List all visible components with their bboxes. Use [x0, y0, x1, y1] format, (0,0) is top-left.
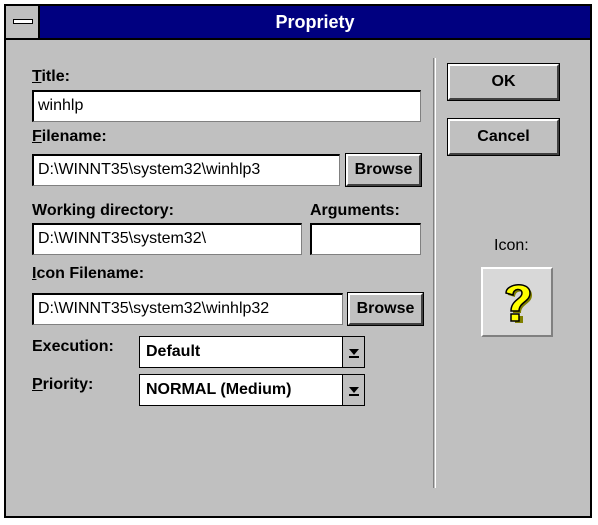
- dropdown-arrow-icon: [348, 387, 359, 396]
- title-input[interactable]: winhlp: [32, 90, 421, 122]
- icon-filename-label: Icon Filename:: [32, 265, 145, 282]
- vertical-divider: [433, 58, 436, 488]
- arguments-input[interactable]: [310, 223, 421, 255]
- icon-preview: [481, 267, 553, 337]
- arguments-label: Arguments:: [310, 202, 400, 219]
- system-menu-button[interactable]: [6, 6, 40, 38]
- properties-dialog: Propriety Title: winhlp Filename: D:\WIN…: [4, 4, 592, 518]
- help-question-icon: [505, 284, 532, 323]
- priority-select[interactable]: NORMAL (Medium): [139, 374, 365, 406]
- ok-button[interactable]: OK: [447, 63, 560, 101]
- priority-dropdown-button[interactable]: [342, 375, 364, 405]
- icon-filename-input[interactable]: D:\WINNT35\system32\winhlp32: [32, 293, 343, 325]
- title-bar: Propriety: [6, 6, 590, 40]
- execution-dropdown-button[interactable]: [342, 337, 364, 367]
- filename-browse-button[interactable]: Browse: [345, 153, 422, 187]
- system-menu-icon: [13, 19, 33, 24]
- filename-input[interactable]: D:\WINNT35\system32\winhlp3: [32, 154, 340, 186]
- filename-label: Filename:: [32, 128, 107, 145]
- execution-select[interactable]: Default: [139, 336, 365, 368]
- execution-label: Execution:: [32, 338, 114, 355]
- working-directory-label: Working directory:: [32, 202, 174, 219]
- icon-browse-button[interactable]: Browse: [347, 292, 424, 326]
- priority-value: NORMAL (Medium): [146, 381, 292, 398]
- icon-label: Icon:: [494, 237, 529, 254]
- execution-value: Default: [146, 343, 201, 360]
- dropdown-arrow-icon: [348, 349, 359, 358]
- title-label: Title:: [32, 68, 70, 85]
- priority-label: Priority:: [32, 376, 94, 393]
- cancel-button[interactable]: Cancel: [447, 118, 560, 156]
- working-directory-input[interactable]: D:\WINNT35\system32\: [32, 223, 302, 255]
- window-title: Propriety: [275, 12, 355, 32]
